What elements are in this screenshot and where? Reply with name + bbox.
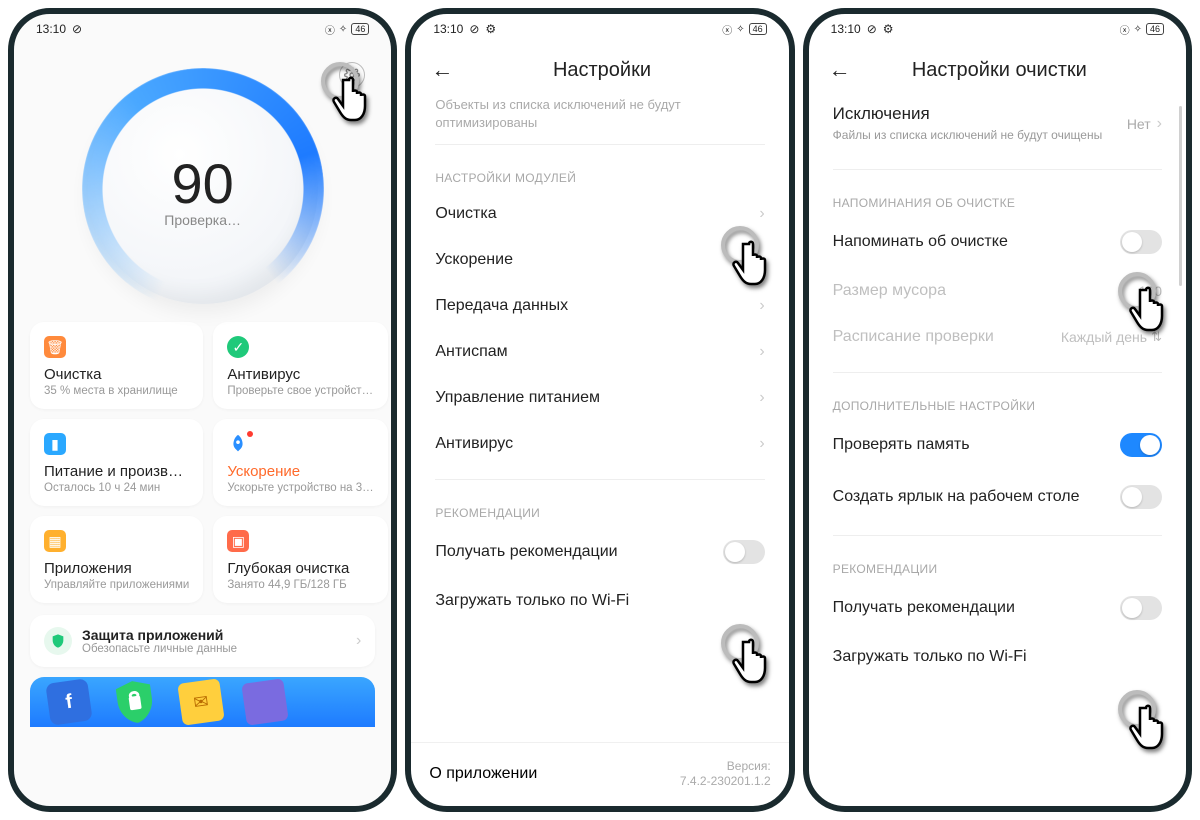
section-additional: ДОПОЛНИТЕЛЬНЫЕ НАСТРОЙКИ [815,385,1180,419]
close-x-icon: ⓧ [1120,22,1130,37]
phone-2-settings: 13:10 ⊘ ⚙ ⓧ ✧ 46 ← Настройки Объекты из … [405,8,794,812]
chevron-right-icon: › [1157,115,1162,133]
statusbar: 13:10 ⊘ ⚙ ⓧ ✧ 46 [411,14,788,44]
tile-boost[interactable]: Ускорение Ускорьте устройство на 3… [213,419,387,506]
close-x-icon: ⓧ [325,22,335,37]
row-wifi-only[interactable]: Загружать только по Wi-Fi [815,634,1180,680]
image-icon [241,678,288,725]
chevron-right-icon: › [759,389,764,407]
trash-size-value: 100 [1139,283,1162,299]
dnd-icon: ⊘ [469,22,479,36]
apps-icon: ▦ [44,530,66,552]
tile-battery[interactable]: ▮ Питание и произв… Осталось 10 ч 24 мин [30,419,203,506]
section-modules: НАСТРОЙКИ МОДУЛЕЙ [417,157,782,191]
version-label: Версия: [680,759,771,775]
gear-status-icon: ⚙ [485,22,496,36]
row-power[interactable]: Управление питанием › [417,375,782,421]
toggle-recommendations[interactable] [1120,596,1162,620]
row-exclusions[interactable]: Исключения Файлы из списка исключений не… [815,96,1180,157]
toolbox-icon: ▣ [227,530,249,552]
tile-cleanup[interactable]: 🗑 Очистка 35 % места в хранилище [30,322,203,409]
truncated-desc-line1: Объекты из списка исключений не будут [417,96,782,114]
phone-1-security-home: 13:10 ⊘ ⓧ ✧ 46 90 Проверка… 🗑 Очистка 35… [8,8,397,812]
rocket-icon [227,433,249,455]
battery-icon: ▮ [44,433,66,455]
app-protection-row[interactable]: Защита приложений Обезопасьте личные дан… [30,615,375,667]
updown-icon: ⇅ [1151,329,1162,345]
shield-icon [44,627,72,655]
page-title: Настройки очистки [827,59,1172,82]
score-value: 90 [172,151,234,216]
mail-icon: ✉ [177,678,224,725]
toggle-shortcut[interactable] [1120,485,1162,509]
battery-level: 46 [1146,23,1164,35]
score-orb[interactable]: 90 Проверка… [88,74,318,304]
row-about[interactable]: О приложении Версия: 7.4.2-230201.1.2 [411,742,788,806]
status-time: 13:10 [831,22,861,36]
facebook-icon: f [45,678,92,725]
version-value: 7.4.2-230201.1.2 [680,774,771,790]
green-shield-icon [109,677,161,727]
chevron-right-icon: › [759,205,764,223]
chevron-right-icon: › [759,435,764,453]
row-data[interactable]: Передача данных › [417,283,782,329]
row-antispam[interactable]: Антиспам › [417,329,782,375]
row-clean[interactable]: Очистка › [417,191,782,237]
scrollbar[interactable] [1179,106,1182,286]
toggle-recommendations[interactable] [723,540,765,564]
tile-apps[interactable]: ▦ Приложения Управляйте приложениями [30,516,203,603]
row-get-recommendations[interactable]: Получать рекомендации [417,526,782,578]
row-check-memory[interactable]: Проверять память [815,419,1180,471]
row-get-recommendations[interactable]: Получать рекомендации [815,582,1180,634]
chevron-right-icon: › [759,297,764,315]
score-status: Проверка… [164,212,241,228]
toggle-check-memory[interactable] [1120,433,1162,457]
close-x-icon: ⓧ [722,22,732,37]
section-recommendations: РЕКОМЕНДАЦИИ [815,548,1180,582]
promo-banner[interactable]: f ✉ [30,677,375,727]
section-reminders: НАПОМИНАНИЯ ОБ ОЧИСТКЕ [815,182,1180,216]
chevron-right-icon: › [356,632,361,650]
statusbar: 13:10 ⊘ ⚙ ⓧ ✧ 46 [809,14,1186,44]
status-time: 13:10 [36,22,66,36]
exclusions-value: Нет [1127,116,1151,132]
wifi-icon: ✧ [1134,24,1142,35]
gear-status-icon: ⚙ [883,22,894,36]
section-recommendations: РЕКОМЕНДАЦИИ [417,492,782,526]
row-boost[interactable]: Ускорение [417,237,782,283]
row-trash-size[interactable]: Размер мусора 100 [815,268,1180,314]
trash-icon: 🗑 [44,336,66,358]
phone-3-clean-settings: 13:10 ⊘ ⚙ ⓧ ✧ 46 ← Настройки очистки Иск… [803,8,1192,812]
schedule-value: Каждый день [1061,329,1147,345]
wifi-icon: ✧ [339,24,347,35]
about-label: О приложении [429,765,537,783]
battery-level: 46 [351,23,369,35]
tile-antivirus[interactable]: ✓ Антивирус Проверьте свое устройст… [213,322,387,409]
chevron-right-icon: › [759,343,764,361]
dnd-icon: ⊘ [72,22,82,36]
row-antivirus[interactable]: Антивирус › [417,421,782,467]
page-title: Настройки [429,59,774,82]
row-schedule[interactable]: Расписание проверки Каждый день ⇅ [815,314,1180,360]
battery-level: 46 [749,23,767,35]
tile-deep-clean[interactable]: ▣ Глубокая очистка Занято 44,9 ГБ/128 ГБ [213,516,387,603]
truncated-desc-line2: оптимизированы [417,114,782,132]
row-remind-clean[interactable]: Напоминать об очистке [815,216,1180,268]
statusbar: 13:10 ⊘ ⓧ ✧ 46 [14,14,391,44]
status-time: 13:10 [433,22,463,36]
wifi-icon: ✧ [736,24,744,35]
toggle-remind[interactable] [1120,230,1162,254]
dnd-icon: ⊘ [867,22,877,36]
row-wifi-only[interactable]: Загружать только по Wi-Fi [417,578,782,624]
check-icon: ✓ [227,336,249,358]
row-create-shortcut[interactable]: Создать ярлык на рабочем столе [815,471,1180,523]
settings-gear-button[interactable] [339,62,365,88]
